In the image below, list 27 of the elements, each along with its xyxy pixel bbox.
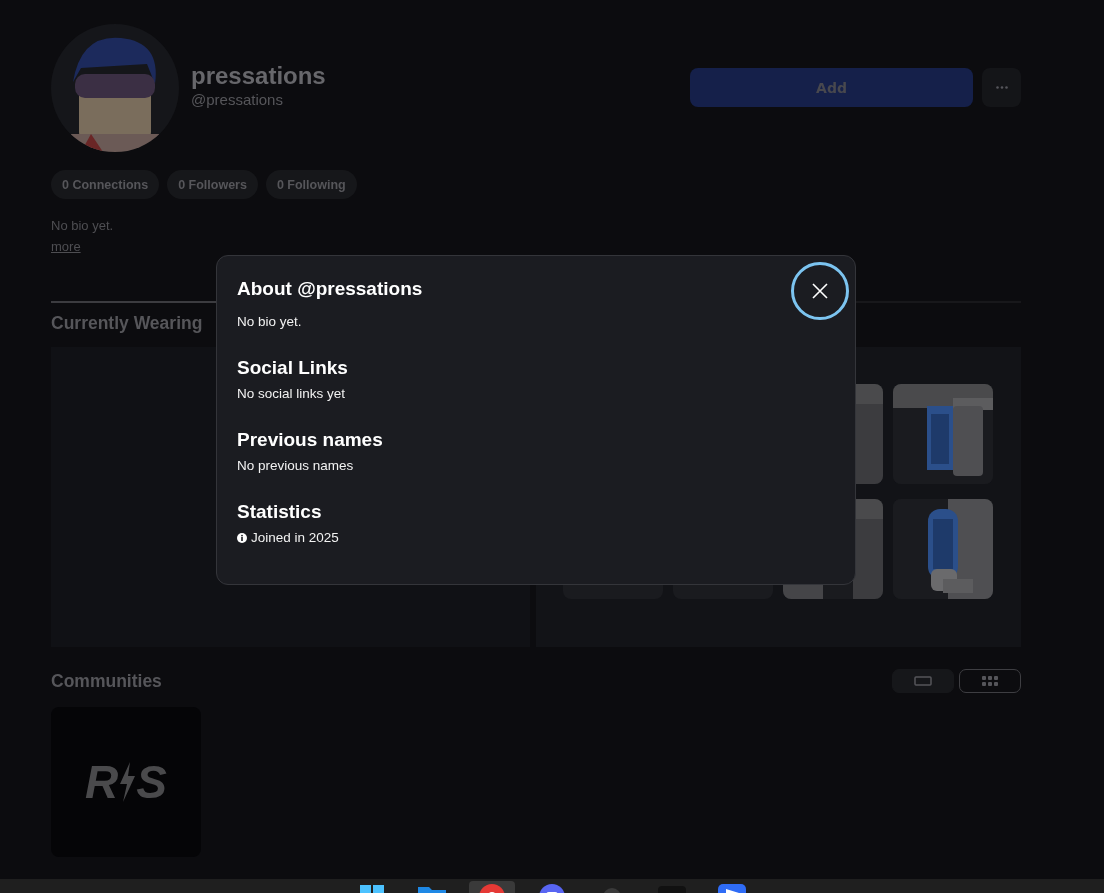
joined-text: Joined in 2025	[251, 529, 339, 547]
section-title: Communities	[51, 670, 162, 693]
grid-view-icon	[981, 676, 999, 686]
section-text: No previous names	[237, 457, 354, 475]
stat-pill[interactable]: 0 Connections	[51, 170, 160, 199]
section-heading: Social Links	[237, 356, 348, 380]
display-name: pressations	[191, 62, 327, 90]
section-title: Currently Wearing	[51, 312, 203, 335]
section-heading: Statistics	[237, 500, 322, 524]
bio-text: No bio yet.	[51, 217, 115, 235]
view-toggle[interactable]	[892, 669, 954, 693]
section-heading: Previous names	[237, 428, 383, 452]
list-view-icon	[914, 676, 932, 686]
ellipsis-icon	[995, 86, 1008, 89]
bio-text: No bio yet.	[237, 313, 302, 331]
info-icon	[237, 533, 247, 543]
username: @pressations	[191, 90, 284, 110]
view-toggle[interactable]	[959, 669, 1021, 693]
community-card[interactable]: R S	[51, 707, 201, 857]
more-link[interactable]: more	[51, 237, 81, 257]
dialog-title: About @pressations	[237, 277, 423, 301]
community-logo: R S	[85, 759, 167, 805]
close-button[interactable]	[791, 262, 849, 320]
stat-pill[interactable]: 0 Following	[265, 170, 357, 199]
close-icon	[812, 283, 828, 299]
section-text: No social links yet	[237, 385, 346, 403]
stat-pill[interactable]: 0 Followers	[167, 170, 258, 199]
